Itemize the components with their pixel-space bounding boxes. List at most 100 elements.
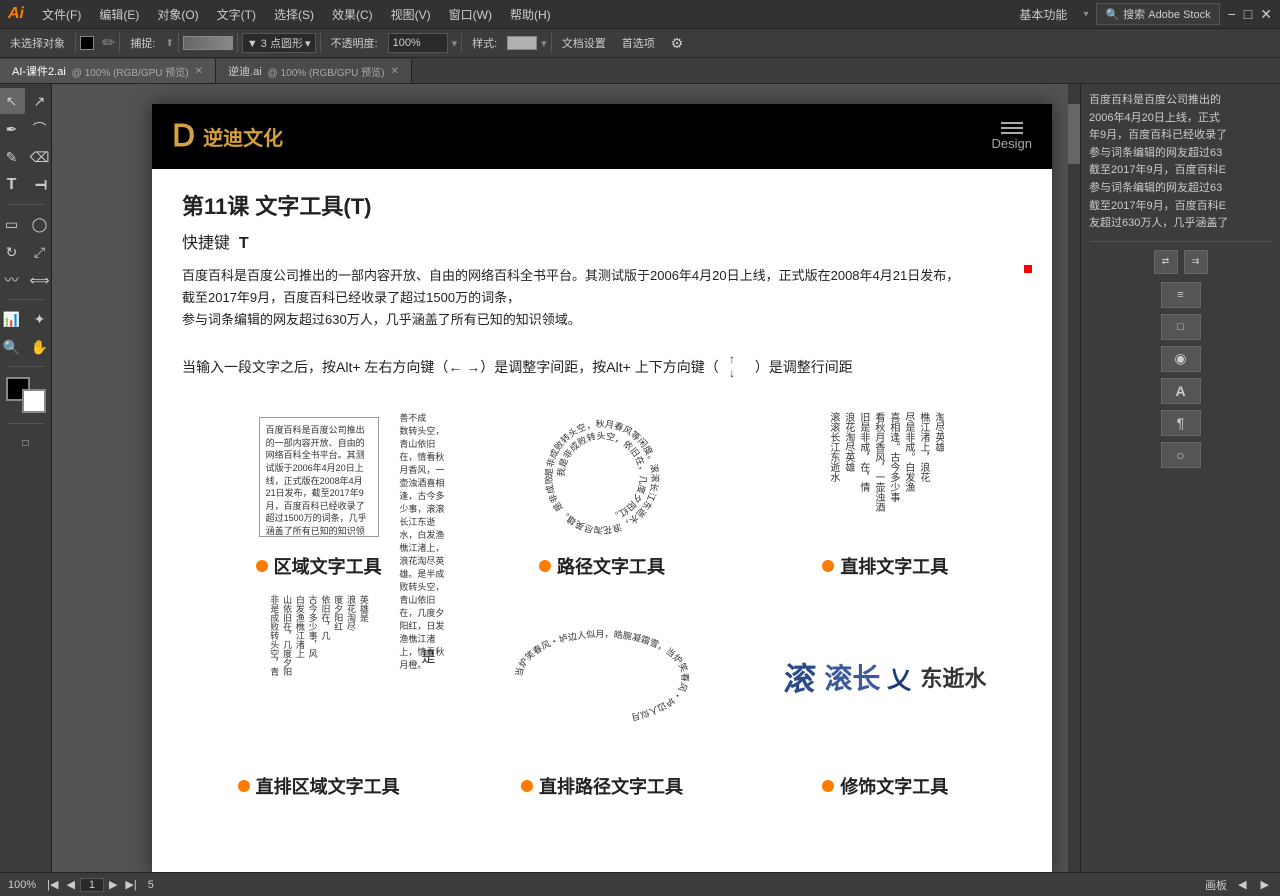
minimize-btn[interactable]: − bbox=[1228, 6, 1236, 22]
panel-icon-2[interactable]: ⇉ bbox=[1184, 250, 1208, 274]
panel-btn-3[interactable]: ◉ bbox=[1161, 346, 1201, 372]
preferences-btn[interactable]: 首选项 bbox=[616, 33, 661, 53]
type-tool[interactable]: T bbox=[0, 172, 25, 198]
panel-buttons: ≡ □ ◉ A ¶ ○ bbox=[1161, 282, 1201, 468]
circle-path-svg: 是非成败转头空，秋月春风等闲度。滚滚长江东逝水，浪花淘尽英雄。是非成败转头空， … bbox=[532, 407, 672, 547]
toolbar-more-btn[interactable]: ⚙ bbox=[665, 33, 690, 54]
symbol-tool[interactable]: ✦ bbox=[27, 306, 53, 332]
ellipse-path-svg: 当炉笑春风・垆边人似月，皓腕凝霜雪，当炉笑春风・垆边人似月 bbox=[502, 612, 702, 742]
vert-area-col-8: 英雄是 bbox=[358, 595, 369, 755]
vert-area-col-7: 浪花淘尽 bbox=[345, 595, 356, 755]
prev-artboard-btn[interactable]: ◀ bbox=[1235, 878, 1249, 891]
tab-file-2[interactable]: 逆迪.ai @ 100% (RGB/GPU 预览) ✕ bbox=[216, 59, 412, 83]
capture-label: 捕捉: bbox=[124, 33, 161, 53]
area-text-label: 区域文字工具 bbox=[256, 553, 382, 579]
deco-char-4: 东逝水 bbox=[920, 661, 986, 693]
menu-help[interactable]: 帮助(H) bbox=[502, 4, 559, 25]
zoom-tool[interactable]: 🔍 bbox=[0, 334, 25, 360]
close-btn[interactable]: ✕ bbox=[1260, 6, 1272, 23]
orange-dot-5 bbox=[521, 780, 533, 792]
panel-btn-circle[interactable]: ○ bbox=[1161, 442, 1201, 468]
shortcut-line: 快捷键 T bbox=[182, 229, 1022, 253]
ellipse-tool[interactable]: ◯ bbox=[27, 211, 53, 237]
vert-area-col-1: 非是成败转头空，青 bbox=[268, 595, 279, 755]
logo-area: Ⅾ 逆迪文化 bbox=[172, 119, 283, 154]
panel-btn-2[interactable]: □ bbox=[1161, 314, 1201, 340]
graph-tool[interactable]: 📊 bbox=[0, 306, 25, 332]
orange-dot-1 bbox=[256, 560, 268, 572]
artboard: Ⅾ 逆迪文化 Design 第11课 文字工具(T) 快捷键 bbox=[152, 104, 1052, 872]
rectangle-tool[interactable]: ▭ bbox=[0, 211, 25, 237]
search-icon: 🔍 bbox=[1105, 8, 1119, 21]
page-number-input[interactable] bbox=[80, 878, 104, 892]
toolbar-divider-1 bbox=[75, 33, 76, 53]
doc-settings-btn[interactable]: 文档设置 bbox=[556, 33, 612, 53]
width-tool[interactable]: ⟺ bbox=[27, 267, 53, 293]
next-page-btn[interactable]: ▶ bbox=[106, 878, 120, 891]
background-color[interactable] bbox=[22, 389, 46, 413]
menu-object[interactable]: 对象(O) bbox=[149, 4, 206, 25]
canvas-area[interactable]: Ⅾ 逆迪文化 Design 第11课 文字工具(T) 快捷键 bbox=[52, 84, 1080, 872]
menu-view[interactable]: 视图(V) bbox=[383, 4, 439, 25]
stroke-icon[interactable]: ✏ bbox=[102, 33, 115, 53]
vertical-area-demo: 非是成败转头空，青 山依旧在，几度夕阳 白发渔樵江渚上 古今多少事，风 依旧在，… bbox=[182, 587, 455, 767]
deco-char-2: 滚长 bbox=[824, 657, 880, 697]
vertical-text-label: 直排文字工具 bbox=[822, 553, 948, 579]
menu-effect[interactable]: 效果(C) bbox=[324, 4, 381, 25]
basic-feature-btn[interactable]: 基本功能 bbox=[1011, 4, 1075, 25]
search-stock-btn[interactable]: 🔍 搜索 Adobe Stock bbox=[1096, 3, 1219, 25]
selection-tool[interactable]: ↖ bbox=[0, 88, 25, 114]
vert-area-col-2: 山依旧在，几度夕阳 bbox=[281, 595, 292, 755]
pencil-tool[interactable]: ✎ bbox=[0, 144, 25, 170]
vertical-type-tool[interactable]: T bbox=[27, 172, 53, 198]
maximize-btn[interactable]: □ bbox=[1244, 6, 1252, 22]
menu-window[interactable]: 窗口(W) bbox=[441, 4, 500, 25]
scroll-bar[interactable] bbox=[1068, 84, 1080, 872]
warp-tool[interactable]: 〰 bbox=[0, 267, 25, 293]
pen-tool[interactable]: ✒ bbox=[0, 116, 25, 142]
screen-mode-btn[interactable]: □ bbox=[13, 430, 39, 456]
tools-row-2: 非是成败转头空，青 山依旧在，几度夕阳 白发渔樵江渚上 古今多少事，风 依旧在，… bbox=[182, 587, 1022, 799]
tool-divider-4 bbox=[8, 423, 44, 424]
opacity-input[interactable] bbox=[388, 33, 448, 53]
eraser-tool[interactable]: ⌫ bbox=[27, 144, 53, 170]
direct-selection-tool[interactable]: ↗ bbox=[27, 88, 53, 114]
next-artboard-btn[interactable]: ▶ bbox=[1258, 878, 1272, 891]
panel-btn-1[interactable]: ≡ bbox=[1161, 282, 1201, 308]
last-page-btn[interactable]: ▶| bbox=[122, 878, 139, 891]
tab-2-close[interactable]: ✕ bbox=[391, 66, 399, 77]
menu-select[interactable]: 选择(S) bbox=[266, 4, 322, 25]
vertical-text-columns: 滚滚长江东逝水 浪花淘尽英雄 旧是非成，在，情 看秋月香风，一壶浊酒 喜相逢。古… bbox=[827, 412, 944, 542]
main-layout: ↖ ↗ ✒ ⌒ ✎ ⌫ T T ▭ ◯ ↻ ⤢ 〰 ⟺ 📊 bbox=[0, 84, 1280, 872]
scroll-thumb[interactable] bbox=[1068, 104, 1080, 164]
first-page-btn[interactable]: |◀ bbox=[44, 878, 61, 891]
style-preview[interactable] bbox=[507, 36, 537, 50]
area-text-demo: 百度百科是百度公司推出的一部内容开放、自由的网络百科全书平台。其测试版于2006… bbox=[182, 407, 455, 547]
svg-text:↑: ↑ bbox=[729, 352, 735, 366]
hand-tool[interactable]: ✋ bbox=[27, 334, 53, 360]
left-panel: ↖ ↗ ✒ ⌒ ✎ ⌫ T T ▭ ◯ ↻ ⤢ 〰 ⟺ 📊 bbox=[0, 84, 52, 872]
panel-btn-2-icon: □ bbox=[1177, 321, 1184, 333]
scale-tool[interactable]: ⤢ bbox=[27, 239, 53, 265]
svg-text:我是非成败转头空，依旧在，几度夕阳红。: 我是非成败转头空，依旧在，几度夕阳红。 bbox=[556, 430, 648, 522]
vert-col-7: 樵江渚上，浪花 bbox=[917, 412, 929, 542]
curve-tool[interactable]: ⌒ bbox=[27, 116, 53, 142]
menu-edit[interactable]: 编辑(E) bbox=[91, 4, 147, 25]
menu-text[interactable]: 文字(T) bbox=[209, 4, 264, 25]
status-info: 画板 bbox=[1205, 877, 1227, 893]
tab-file-1[interactable]: AI-课件2.ai @ 100% (RGB/GPU 预览) ✕ bbox=[0, 59, 216, 83]
menu-file[interactable]: 文件(F) bbox=[34, 4, 89, 25]
orange-dot-3 bbox=[822, 560, 834, 572]
toolbar-divider-4 bbox=[237, 33, 238, 53]
panel-btn-para[interactable]: ¶ bbox=[1161, 410, 1201, 436]
point-type-select[interactable]: ▼ 3 点圆形 ▾ bbox=[242, 33, 316, 53]
panel-btn-a[interactable]: A bbox=[1161, 378, 1201, 404]
stroke-preview[interactable] bbox=[183, 36, 233, 50]
view-tools: 🔍 ✋ bbox=[0, 334, 53, 360]
tab-1-close[interactable]: ✕ bbox=[195, 66, 203, 77]
panel-icon-1[interactable]: ⇄ bbox=[1154, 250, 1178, 274]
no-selection-label: 未选择对象 bbox=[4, 33, 71, 53]
prev-page-btn[interactable]: ◀ bbox=[63, 878, 77, 891]
stroke-color-box[interactable] bbox=[80, 36, 94, 50]
rotate-tool[interactable]: ↻ bbox=[0, 239, 25, 265]
